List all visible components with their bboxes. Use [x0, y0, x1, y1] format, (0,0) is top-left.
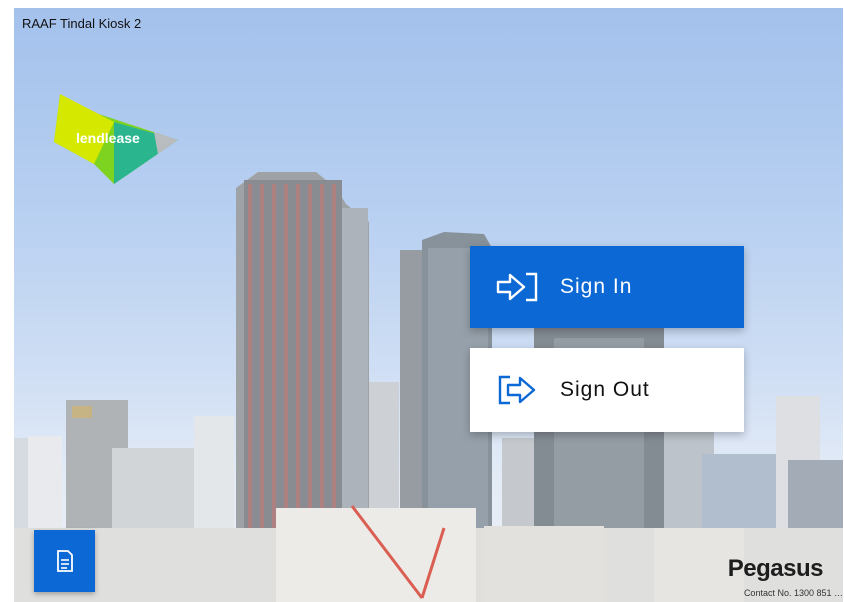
sign-in-icon: [496, 272, 538, 302]
kiosk-name-label: RAAF Tindal Kiosk 2: [22, 16, 142, 31]
contact-number: Contact No. 1300 851 …: [743, 588, 843, 598]
sign-out-button[interactable]: Sign Out: [470, 348, 744, 432]
sign-in-label: Sign In: [560, 275, 633, 298]
document-icon: [56, 550, 73, 572]
sign-in-button[interactable]: Sign In: [470, 246, 744, 328]
sign-out-label: Sign Out: [560, 378, 650, 401]
sign-out-icon: [498, 375, 536, 405]
kiosk-screen: RAAF Tindal Kiosk 2 lendlease Sign In Si…: [14, 8, 843, 602]
kiosk-frame: RAAF Tindal Kiosk 2 lendlease Sign In Si…: [0, 0, 844, 602]
pegasus-brand: Pegasus: [727, 555, 824, 582]
logo-text: lendlease: [76, 130, 140, 146]
documents-button[interactable]: [34, 530, 95, 592]
